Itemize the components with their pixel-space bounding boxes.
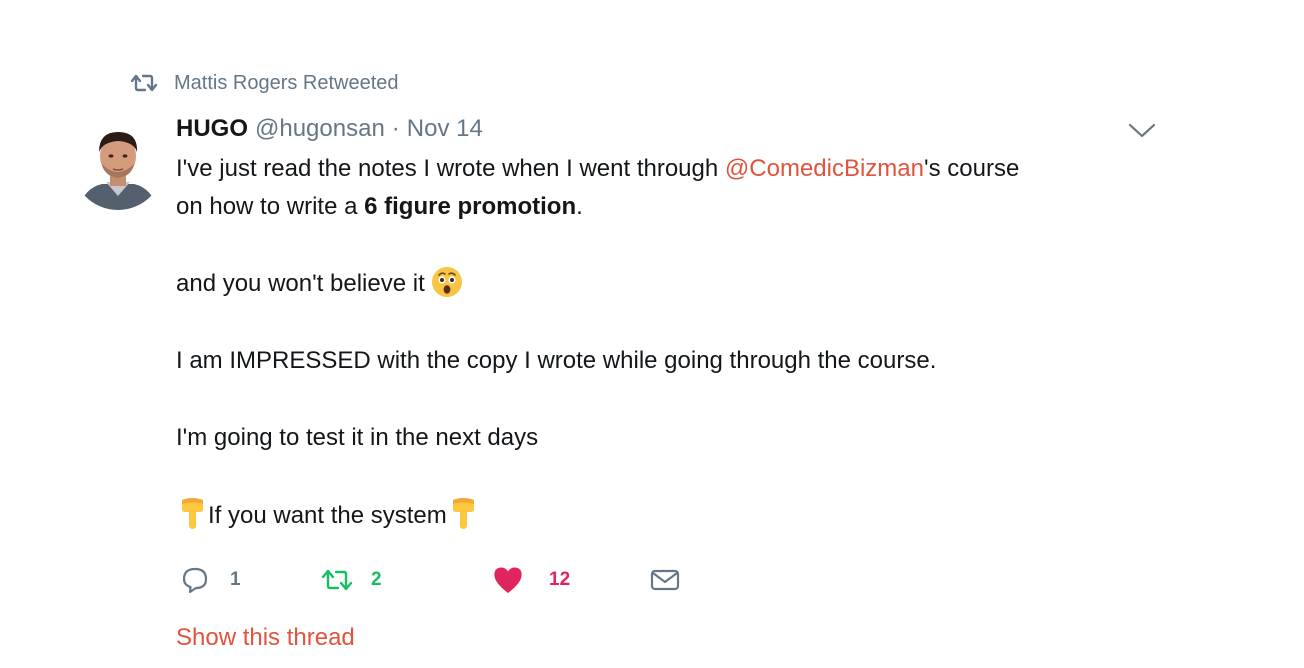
mention-link[interactable]: @ComedicBizman: [725, 155, 924, 182]
retweet-button[interactable]: 2: [320, 563, 382, 597]
show-thread-link[interactable]: Show this thread: [176, 624, 355, 652]
tweet-line: on how to write a 6 figure promotion.: [176, 188, 1176, 226]
like-button[interactable]: 12: [492, 563, 570, 597]
reply-button[interactable]: 1: [180, 563, 241, 597]
tweet-text-segment: I'm going to test it in the next days: [176, 424, 539, 451]
chevron-down-icon[interactable]: [1126, 120, 1158, 140]
avatar[interactable]: [72, 118, 164, 210]
tweet-line: If you want the system: [176, 496, 1176, 534]
like-count: 12: [549, 569, 571, 590]
tweet-line: and you won't believe it: [176, 265, 1176, 303]
direct-message-button[interactable]: [650, 563, 680, 597]
pointing-down-emoji: [447, 496, 479, 542]
retweet-count: 2: [371, 569, 382, 590]
tweet-line: I'm going to test it in the next days: [176, 419, 1176, 457]
tweet-text: I've just read the notes I wrote when I …: [176, 150, 1176, 534]
tweet-text-segment: I've just read the notes I wrote when I …: [176, 155, 725, 182]
heart-icon: [492, 565, 524, 595]
tweet-text-segment: If you want the system: [208, 502, 447, 529]
tweet-header: HUGO @hugonsan · Nov 14: [176, 114, 483, 144]
tweet-text-segment: .: [576, 193, 583, 220]
tweet-text-segment: on how to write a: [176, 193, 365, 220]
pointing-down-emoji: [176, 496, 208, 542]
tweet-text-segment: I am IMPRESSED with the copy I wrote whi…: [176, 347, 937, 374]
tweet-date[interactable]: Nov 14: [407, 115, 483, 143]
bold-text: 6 figure promotion: [364, 193, 577, 220]
tweet-text-segment: and you won't believe it: [176, 270, 432, 297]
header-separator: ·: [391, 115, 400, 142]
reply-icon: [180, 565, 210, 595]
retweet-icon: [129, 72, 159, 94]
retweet-icon: [320, 568, 354, 592]
astonished-face-emoji: [431, 266, 463, 310]
retweet-context[interactable]: Mattis Rogers Retweeted: [129, 70, 399, 96]
tweet-line: I am IMPRESSED with the copy I wrote whi…: [176, 342, 1176, 380]
retweet-context-label[interactable]: Mattis Rogers Retweeted: [174, 72, 399, 95]
envelope-icon: [650, 568, 680, 592]
tweet-actions: 1 2 12: [180, 563, 700, 597]
author-handle[interactable]: @hugonsan: [255, 115, 385, 143]
tweet-line: I've just read the notes I wrote when I …: [176, 150, 1176, 188]
reply-count: 1: [230, 569, 241, 590]
author-name[interactable]: HUGO: [176, 115, 248, 143]
tweet-text-segment: 's course: [924, 155, 1020, 182]
